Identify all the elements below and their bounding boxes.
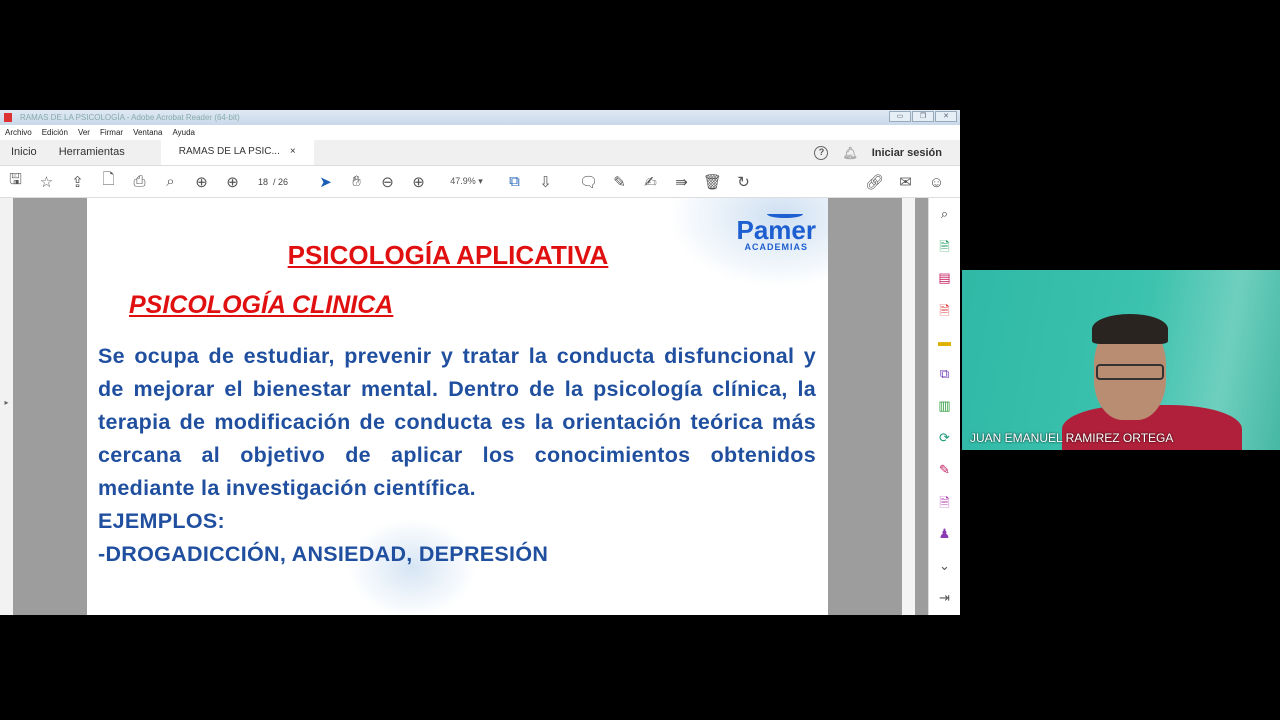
tab-close-icon[interactable]: × [290, 139, 296, 165]
tab-bar: Inicio Herramientas RAMAS DE LA PSIC... … [0, 139, 960, 166]
tools-pane: ⌕ 🗎 ▤ 🗎 ▬ ⧉ ▥ ⟳ ✎ 🗎 ♟ ⌄ ⇥ [928, 198, 960, 615]
tab-document-label: RAMAS DE LA PSIC... [178, 146, 280, 157]
examples-label: EJEMPLOS: [98, 509, 225, 533]
tab-inicio[interactable]: Inicio [0, 139, 48, 165]
acrobat-icon [4, 113, 12, 122]
zoom-value: 47.9% [450, 176, 476, 186]
zoom-in-icon[interactable]: ⊕ [403, 173, 434, 191]
page-current-input[interactable]: 18 [258, 177, 268, 187]
page-total: / 26 [273, 176, 289, 187]
bell-icon[interactable]: 🔔︎ [842, 146, 857, 160]
scroll-mode-icon[interactable]: ⇩ [530, 173, 561, 191]
share-file-icon[interactable]: ⇛ [666, 173, 697, 191]
organize-pages-icon[interactable]: ▤ [938, 270, 950, 289]
edit-pdf-icon[interactable]: 🗎 [939, 494, 949, 513]
menu-firmar[interactable]: Firmar [100, 128, 123, 137]
minimize-button[interactable]: ▭ [889, 111, 911, 122]
page-fit-icon[interactable]: ⧉ [499, 173, 530, 190]
vertical-scrollbar[interactable] [902, 198, 915, 615]
more-tools-icon[interactable]: ⌄ [939, 558, 950, 577]
tab-herramientas[interactable]: Herramientas [48, 139, 136, 165]
save-icon[interactable]: 🖫 [0, 169, 31, 194]
add-user-icon[interactable]: ☺ [921, 174, 952, 191]
menu-ayuda[interactable]: Ayuda [172, 128, 195, 137]
combine-files-icon[interactable]: ⧉ [940, 366, 949, 385]
menu-edicion[interactable]: Edición [42, 128, 68, 137]
collapse-pane-icon[interactable]: ⇥ [939, 590, 950, 609]
participant-name: JUAN EMANUEL RAMIREZ ORTEGA [970, 431, 1174, 445]
pdf-page: Pamer ACADEMIAS PSICOLOGÍA APLICATIVA PS… [87, 198, 828, 615]
link-icon[interactable]: 🔗︎ [859, 173, 890, 191]
presenter-hair [1092, 314, 1168, 344]
slide-subtitle: PSICOLOGÍA CLINICA [129, 291, 394, 319]
export-pdf-icon[interactable]: 🗎 [939, 238, 949, 257]
menu-ventana[interactable]: Ventana [133, 128, 162, 137]
request-signature-icon[interactable]: ♟ [939, 526, 951, 545]
toolbar: 🖫 ☆ ⇪ 🗋 ⎙ ⌕ ⊕ ⊕ 18 / 26 ➤ ✋︎ ⊖ ⊕ 47.9% ▾… [0, 166, 960, 198]
menu-bar: Archivo Edición Ver Firmar Ventana Ayuda [0, 125, 960, 140]
hand-tool-icon[interactable]: ✋︎ [341, 173, 372, 190]
help-icon[interactable]: ? [814, 146, 829, 160]
comment-tool-icon[interactable]: ▬ [938, 334, 951, 353]
protect-file-icon[interactable]: 🗋 [93, 169, 124, 194]
comment-icon[interactable]: 🗨︎ [573, 173, 604, 191]
logo-name: Pamer [736, 215, 817, 245]
left-panel-toggle[interactable]: ▸ [0, 198, 13, 615]
zoom-tool-icon[interactable]: ⌕ [941, 206, 948, 225]
scan-ocr-icon[interactable]: ⟳ [939, 430, 950, 449]
prev-page-icon[interactable]: ⊕ [186, 173, 217, 191]
restore-button[interactable]: ❐ [912, 111, 934, 122]
sign-icon[interactable]: ✍︎ [635, 173, 666, 191]
slide-title: PSICOLOGÍA APLICATIVA [287, 240, 609, 270]
mail-icon[interactable]: ✉ [890, 173, 921, 191]
select-cursor-icon[interactable]: ➤ [310, 173, 341, 191]
create-pdf-icon[interactable]: 🗎 [939, 302, 949, 321]
document-view: ▸ Pamer ACADEMIAS PSICOLOGÍA APLICATIVA … [0, 198, 960, 615]
sign-in-button[interactable]: Iniciar sesión [872, 147, 942, 159]
presenter-glasses [1096, 364, 1164, 380]
slide-paragraph: Se ocupa de estudiar, prevenir y tratar … [98, 344, 816, 500]
zoom-out-icon[interactable]: ⊖ [372, 173, 403, 191]
window-title: RAMAS DE LA PSICOLOGÍA - Adobe Acrobat R… [20, 113, 240, 122]
rotate-icon[interactable]: ↻ [728, 173, 759, 191]
page-indicator[interactable]: 18 / 26 [248, 177, 298, 187]
webcam-feed: JUAN EMANUEL RAMIREZ ORTEGA [962, 270, 1280, 450]
star-icon[interactable]: ☆ [31, 173, 62, 191]
fill-sign-icon[interactable]: ✎ [939, 462, 950, 481]
title-bar: RAMAS DE LA PSICOLOGÍA - Adobe Acrobat R… [0, 110, 960, 125]
tab-document[interactable]: RAMAS DE LA PSIC... × [160, 139, 314, 165]
cloud-upload-icon[interactable]: ⇪ [62, 173, 93, 191]
zoom-select[interactable]: 47.9% ▾ [434, 176, 499, 187]
print-icon[interactable]: ⎙ [124, 173, 155, 190]
acrobat-window: RAMAS DE LA PSICOLOGÍA - Adobe Acrobat R… [0, 110, 960, 615]
menu-archivo[interactable]: Archivo [5, 128, 32, 137]
compress-icon[interactable]: ▥ [938, 398, 950, 417]
menu-ver[interactable]: Ver [78, 128, 90, 137]
delete-icon[interactable]: 🗑︎ [697, 173, 728, 191]
examples-list: -DROGADICCIÓN, ANSIEDAD, DEPRESIÓN [98, 542, 549, 566]
close-button[interactable]: ✕ [935, 111, 957, 122]
next-page-icon[interactable]: ⊕ [217, 173, 248, 191]
search-icon[interactable]: ⌕ [155, 173, 186, 190]
highlight-pen-icon[interactable]: ✎ [604, 173, 635, 191]
slide-body: Se ocupa de estudiar, prevenir y tratar … [98, 340, 816, 571]
